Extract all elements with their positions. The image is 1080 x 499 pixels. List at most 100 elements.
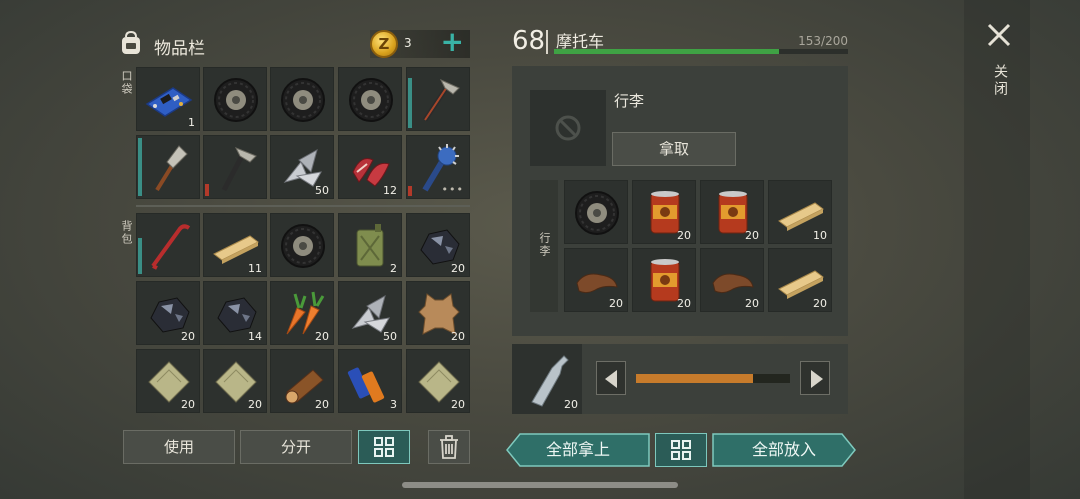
backpack-slot-metal-scraps[interactable]: 50: [338, 281, 402, 345]
pocket-slot-raw-meat[interactable]: 12: [338, 135, 402, 199]
inventory-title: 物品栏: [154, 39, 205, 59]
slot-quantity: 20: [181, 398, 195, 411]
slot-quantity: 50: [315, 184, 329, 197]
pocket-slot-tire[interactable]: [338, 67, 402, 131]
delete-button[interactable]: [428, 430, 470, 464]
trunk-equip-slot[interactable]: [530, 90, 606, 166]
backpack-slot-tire[interactable]: [270, 213, 334, 277]
crowbar-icon: [151, 224, 191, 270]
slot-quantity: 20: [564, 398, 578, 411]
slot-quantity: 14: [248, 330, 262, 343]
slot-quantity: 20: [181, 330, 195, 343]
slot-quantity: 20: [609, 297, 623, 310]
close-button[interactable]: [984, 20, 1014, 50]
vehicle-hp-bar: [554, 49, 848, 54]
trunk-slot-leather[interactable]: 20: [700, 248, 764, 312]
no-item-icon: [555, 115, 581, 141]
currency-box: Z 3 +: [370, 28, 470, 58]
home-indicator[interactable]: [402, 482, 678, 488]
inventory-header: 物品栏 Z 3 +: [118, 28, 470, 60]
trunk-slot-canned-food[interactable]: 20: [700, 180, 764, 244]
backpack-slot-batteries[interactable]: 3: [338, 349, 402, 413]
slot-quantity: 20: [451, 330, 465, 343]
backpack-slot-jerry-can[interactable]: 2: [338, 213, 402, 277]
take-all-button[interactable]: 全部拿上: [506, 433, 650, 467]
trunk-slot-wood-plank[interactable]: 10: [768, 180, 832, 244]
trash-icon: [440, 435, 458, 459]
take-button[interactable]: 拿取: [612, 132, 736, 166]
level-separator: [546, 30, 548, 54]
close-label[interactable]: 关闭: [990, 64, 1010, 98]
slot-quantity: 20: [315, 330, 329, 343]
section-divider: [136, 205, 470, 207]
split-button[interactable]: 分开: [240, 430, 352, 464]
backpack-icon: [122, 30, 140, 54]
decrease-button[interactable]: [596, 361, 626, 395]
backpack-slot-coal-ore[interactable]: 20: [136, 281, 200, 345]
trunk-slot-tire[interactable]: [564, 180, 628, 244]
put-all-button[interactable]: 全部放入: [712, 433, 856, 467]
backpack-slot-coal-ore[interactable]: 14: [203, 281, 267, 345]
durability-bar: [138, 238, 142, 274]
slot-quantity: 20: [451, 262, 465, 275]
pocket-slot-metal-scraps[interactable]: 50: [270, 135, 334, 199]
pocket-slot-hatchet[interactable]: [406, 67, 470, 131]
slot-quantity: 20: [745, 297, 759, 310]
trunk-slot-canned-food[interactable]: 20: [632, 180, 696, 244]
slot-quantity: 11: [248, 262, 262, 275]
backpack-slot-animal-hide[interactable]: 20: [406, 281, 470, 345]
increase-button[interactable]: [800, 361, 830, 395]
grid-icon: [374, 437, 394, 457]
pocket-label: 口袋: [120, 70, 133, 96]
backpack-slot-cloth-sack[interactable]: 20: [406, 349, 470, 413]
slot-quantity: 2: [390, 262, 397, 275]
backpack-slot-wood-plank[interactable]: 11: [203, 213, 267, 277]
backpack-slot-carrots[interactable]: 20: [270, 281, 334, 345]
pocket-slot-shovel[interactable]: [136, 135, 200, 199]
trunk-slot-canned-food[interactable]: 20: [632, 248, 696, 312]
slot-quantity: 10: [813, 229, 827, 242]
pocket-slot-circuit-board[interactable]: 1: [136, 67, 200, 131]
coin-icon: Z: [370, 30, 398, 58]
slot-quantity: 1: [188, 116, 195, 129]
pocket-slot-tire[interactable]: [203, 67, 267, 131]
slot-quantity: 20: [248, 398, 262, 411]
trunk-sort-grid-button[interactable]: [655, 433, 707, 467]
backpack-slot-cloth-sack[interactable]: 20: [136, 349, 200, 413]
slot-quantity: 20: [813, 297, 827, 310]
slot-quantity: 20: [315, 398, 329, 411]
pocket-slot-spiked-club[interactable]: •••: [406, 135, 470, 199]
slot-quantity: 20: [677, 297, 691, 310]
trunk-slot-leather[interactable]: 20: [564, 248, 628, 312]
shovel-icon: [155, 145, 188, 192]
slot-quantity: 20: [451, 398, 465, 411]
sort-grid-button[interactable]: [358, 430, 410, 464]
pocket-slot-hatchet[interactable]: [203, 135, 267, 199]
trunk-slot-wood-plank[interactable]: 20: [768, 248, 832, 312]
backpack-slot-crowbar[interactable]: [136, 213, 200, 277]
add-coins-button[interactable]: +: [441, 28, 464, 56]
coin-count: 3: [404, 36, 412, 50]
quantity-slider[interactable]: [636, 374, 790, 383]
slot-quantity: 50: [383, 330, 397, 343]
slot-quantity: 12: [383, 184, 397, 197]
slot-quantity: 20: [745, 229, 759, 242]
durability-bar: [408, 186, 412, 196]
vehicle-level: 68: [512, 26, 546, 56]
tire-icon: [575, 191, 619, 235]
vehicle-hp-fill: [554, 49, 779, 54]
transfer-item-slot[interactable]: 20: [512, 344, 582, 414]
trunk-title: 行李: [614, 92, 645, 110]
pocket-slot-tire[interactable]: [270, 67, 334, 131]
use-button[interactable]: 使用: [123, 430, 235, 464]
tire-icon: [214, 78, 258, 122]
backpack-slot-cloth-sack[interactable]: 20: [203, 349, 267, 413]
hatchet-icon: [422, 78, 460, 122]
backpack-slot-coal-ore[interactable]: 20: [406, 213, 470, 277]
backpack-label: 背包: [120, 220, 133, 246]
tire-icon: [281, 224, 325, 268]
backpack-slot-log[interactable]: 20: [270, 349, 334, 413]
durability-bar: [138, 138, 142, 196]
trunk-side-tab: 行李: [530, 180, 558, 312]
hatchet-icon: [221, 147, 257, 192]
